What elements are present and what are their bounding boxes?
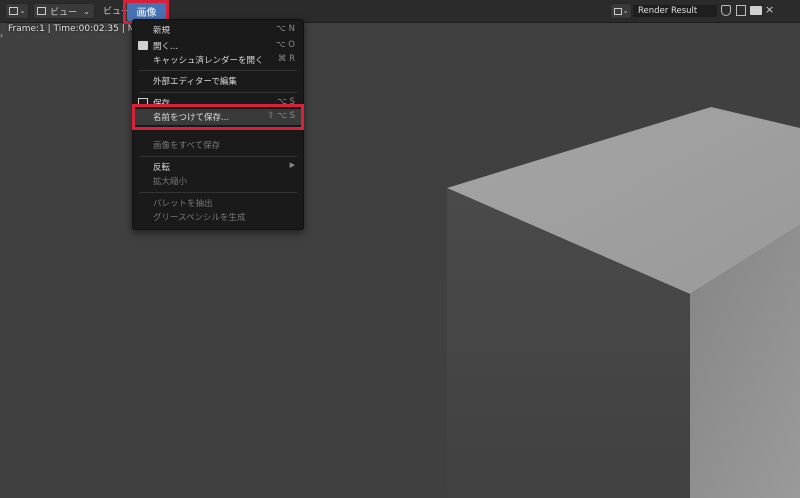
image-name-value: Render Result [638,6,698,16]
menu-view[interactable]: ビュー [103,4,130,17]
menu-item-label: 反転 [153,163,171,173]
image-icon [37,7,46,15]
image-browse-button[interactable]: ⌄ [610,3,632,19]
chevron-right-icon: › [0,31,4,40]
menu-item-label: グリースペンシルを生成 [153,213,246,223]
menu-item-label: 新規 [153,26,171,36]
menu-separator [139,70,297,71]
render-cube [447,107,800,498]
menu-item-label: 外部エディターで編集 [153,77,237,87]
chevron-down-icon: ⌄ [19,7,26,15]
menu-separator [139,92,297,93]
menu-item-shortcut: ⌥ N [276,24,295,34]
menu-item-label: 拡大縮小 [153,177,188,187]
menu-item-new[interactable]: 新規 ⌥ N [133,22,303,38]
save-icon [138,98,148,107]
menu-item-generate-grease-pencil[interactable]: グリースペンシルを生成 [133,209,303,225]
menu-item-label: 開く... [153,42,179,52]
menu-item-label: 名前をつけて保存... [153,113,230,123]
menu-item-open-cached-render[interactable]: キャッシュ済レンダーを開く ⌘ R [133,52,303,68]
new-image-icon[interactable] [736,5,746,16]
menu-separator [139,192,297,193]
image-editor-header: ⌄ ビュー ⌄ ビュー 画像 ⌄ Render Result × [0,0,800,23]
submenu-arrow-icon: ▶ [289,161,295,169]
menu-item-label: キャッシュ済レンダーを開く [153,56,264,66]
image-editor-icon [8,7,18,15]
menu-item-shortcut: ⌥ S [277,97,295,107]
chevron-down-icon: ⌄ [83,6,90,16]
menu-item-shortcut: ⌘ R [277,54,295,64]
menu-item-label: パレットを抽出 [153,199,213,209]
image-name-field[interactable]: Render Result [632,4,718,18]
chevron-down-icon: ⌄ [622,7,629,15]
editor-type-selector[interactable]: ⌄ [5,3,29,19]
open-folder-icon[interactable] [750,6,762,15]
image-icon [613,7,622,15]
menu-item-label: 画像をすべて保存 [153,141,221,151]
menu-item-resize[interactable]: 拡大縮小 [133,173,303,189]
view-mode-dropdown[interactable]: ビュー ⌄ [33,3,95,19]
menu-item-save-all[interactable]: 画像をすべて保存 [133,137,303,153]
menu-item-label: 保存 [153,99,171,109]
menu-separator [139,156,297,157]
fake-user-shield-icon[interactable] [721,5,731,16]
menu-item-edit-externally[interactable]: 外部エディターで編集 [133,73,303,89]
menu-item-shortcut: ⇧ ⌥ S [267,111,295,121]
view-mode-label: ビュー [50,7,78,18]
image-menu-dropdown: 新規 ⌥ N 開く... ⌥ O キャッシュ済レンダーを開く ⌘ R 外部エディ… [132,19,304,230]
menu-item-shortcut: ⌥ O [275,40,295,50]
close-icon[interactable]: × [765,3,774,16]
menu-item-save-as[interactable]: 名前をつけて保存... ⇧ ⌥ S [133,109,303,125]
folder-icon [138,41,148,50]
